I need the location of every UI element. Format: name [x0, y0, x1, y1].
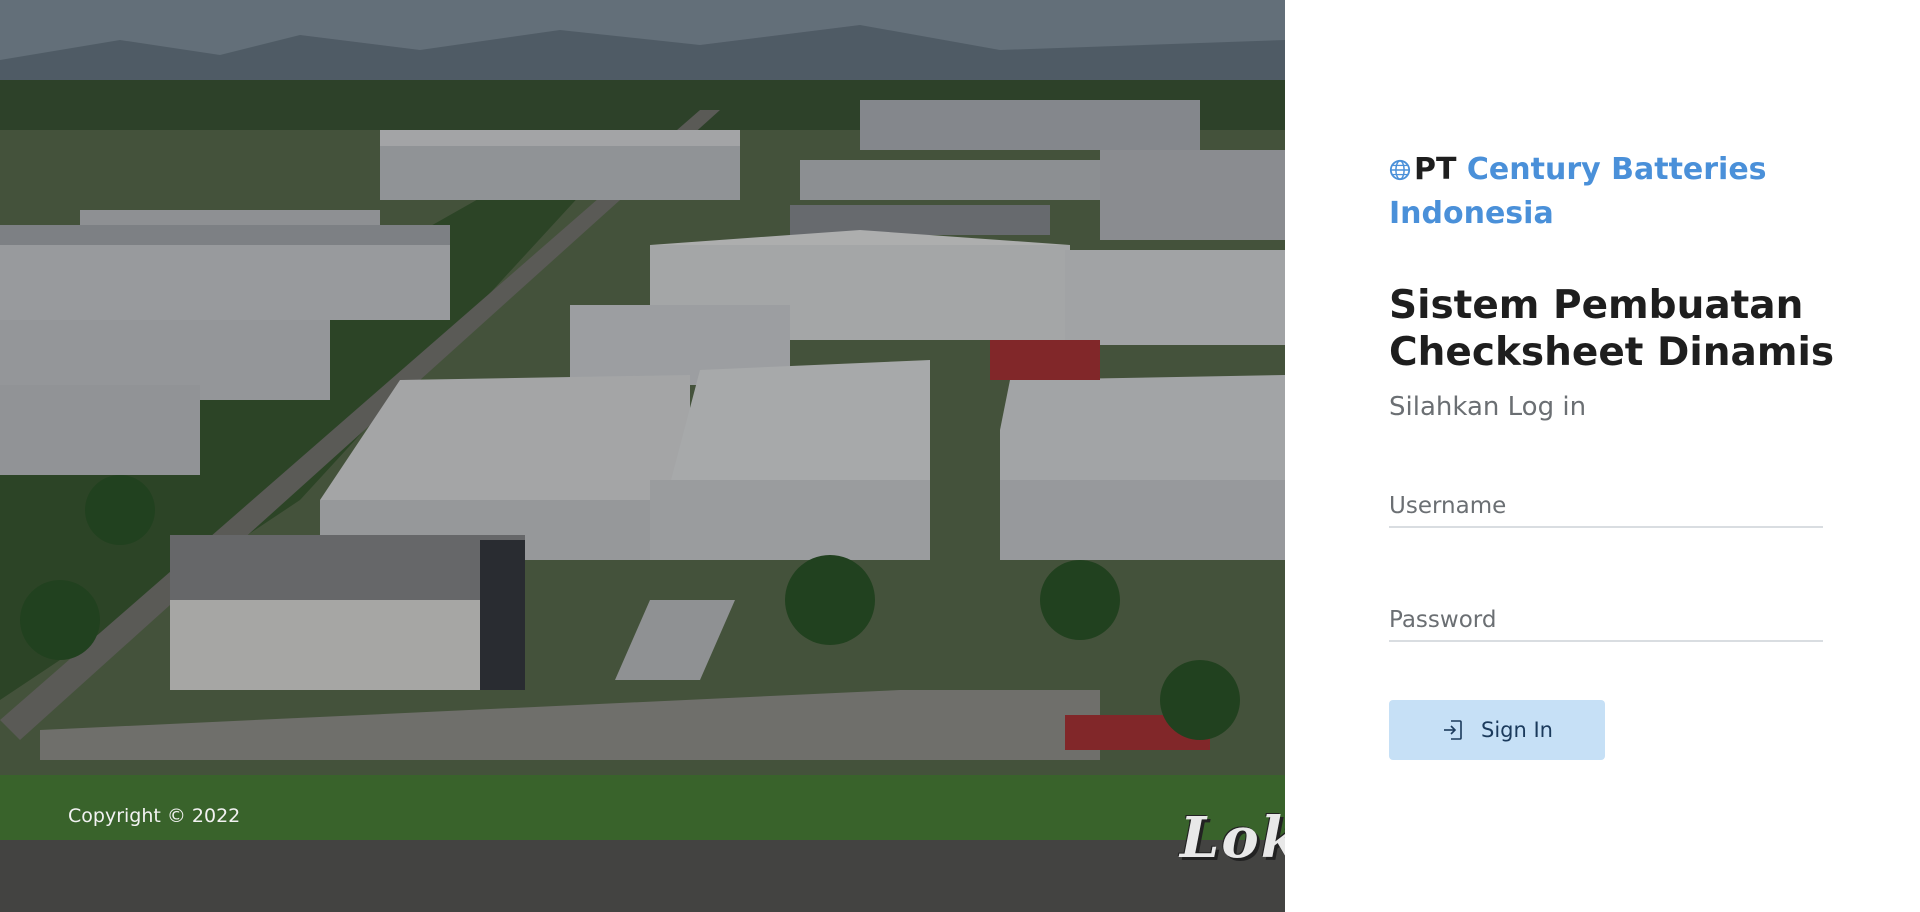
photo-watermark: Lok — [1180, 805, 1285, 871]
password-field-wrapper — [1389, 602, 1823, 642]
copyright-text: Copyright © 2022 — [68, 805, 241, 827]
sign-in-icon — [1444, 720, 1462, 740]
company-prefix: PT — [1414, 152, 1457, 187]
password-input[interactable] — [1389, 602, 1823, 638]
username-field-wrapper — [1389, 488, 1823, 528]
login-subtitle: Silahkan Log in — [1389, 392, 1587, 422]
sign-in-button[interactable]: Sign In — [1389, 700, 1605, 760]
login-panel: PT Century Batteries Indonesia Sistem Pe… — [1285, 0, 1920, 912]
globe-icon — [1389, 159, 1411, 181]
sign-in-label: Sign In — [1481, 718, 1553, 742]
page-title: Sistem Pembuatan Checksheet Dinamis — [1389, 283, 1835, 375]
login-page: Copyright © 2022 Lok PT Century Batterie… — [0, 0, 1920, 912]
hero-dark-overlay — [0, 0, 1285, 912]
company-name-heading: PT Century Batteries Indonesia — [1389, 148, 1809, 236]
hero-background-image: Copyright © 2022 Lok — [0, 0, 1285, 912]
username-input[interactable] — [1389, 488, 1823, 524]
